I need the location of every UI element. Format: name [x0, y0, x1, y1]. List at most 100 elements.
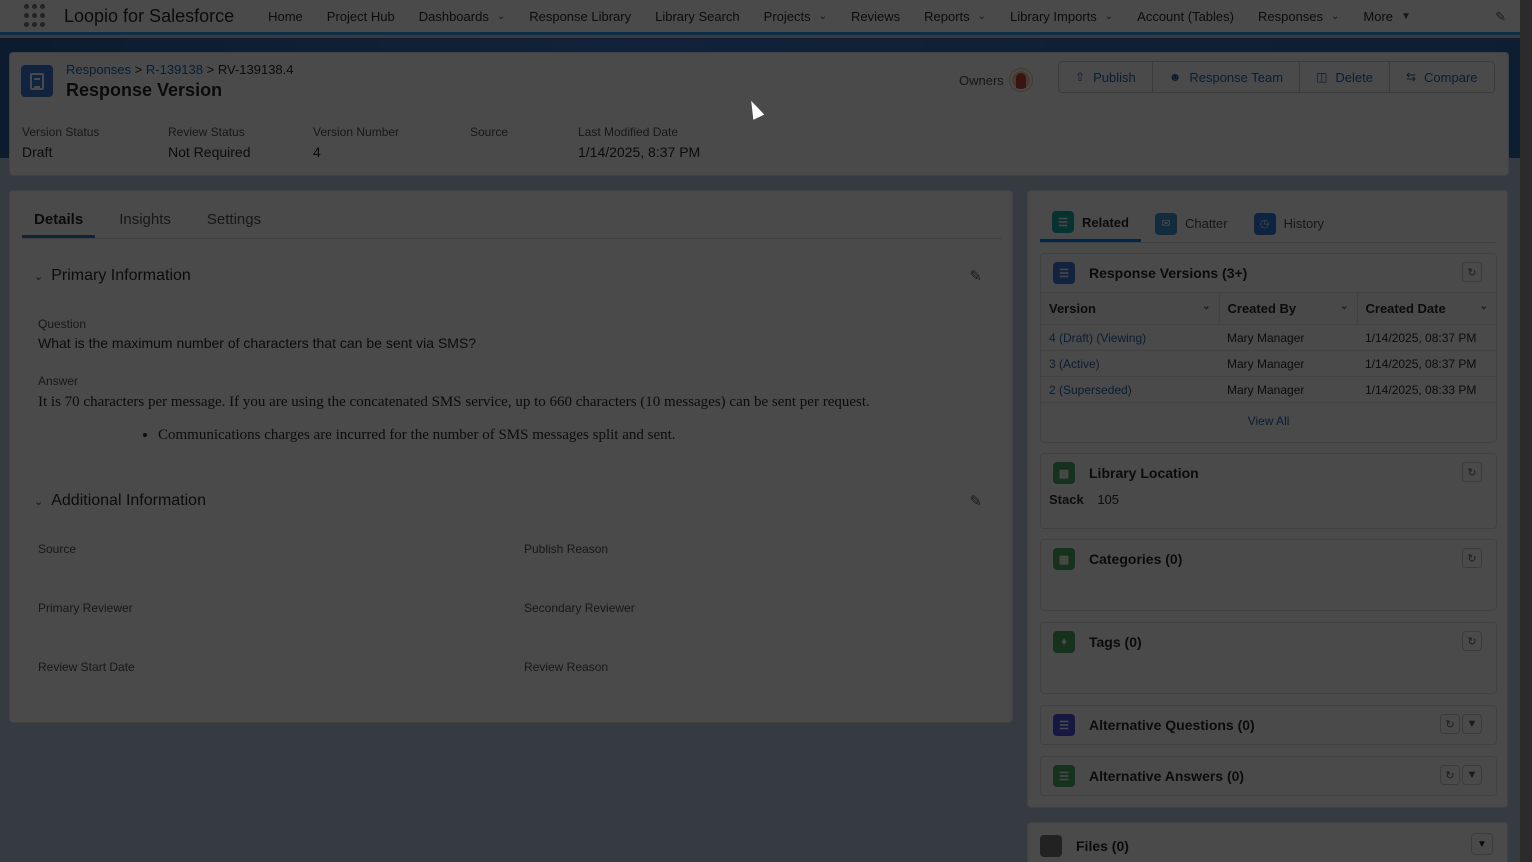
nav-item-library-search[interactable]: Library Search [643, 0, 752, 32]
chevron-down-icon[interactable]: ⌄ [1105, 11, 1113, 22]
dropdown-icon[interactable]: ▼ [1462, 765, 1482, 785]
chevron-down-icon[interactable]: ⌄ [1202, 301, 1210, 312]
breadcrumb-separator: > [206, 62, 215, 77]
nav-item-more[interactable]: More ▼ [1351, 0, 1423, 32]
publish-reason-field: Publish Reason [524, 542, 608, 560]
edit-pencil-icon[interactable]: ✎ [969, 492, 982, 510]
nav-item-project-hub[interactable]: Project Hub [315, 0, 407, 32]
field-label: Review Status [168, 125, 245, 139]
tab-settings[interactable]: Settings [195, 205, 273, 238]
response-team-label: Response Team [1189, 69, 1284, 85]
refresh-icon[interactable]: ↻ [1462, 462, 1482, 482]
version-status-field: Version Status Draft [22, 125, 168, 160]
refresh-icon[interactable]: ↻ [1440, 714, 1460, 734]
card-title[interactable]: Alternative Questions (0) [1089, 717, 1255, 733]
version-link[interactable]: 4 (Draft) (Viewing) [1049, 331, 1146, 345]
answer-field: Answer It is 70 characters per message. … [38, 374, 988, 444]
nav-item-dashboards[interactable]: Dashboards ⌄ [407, 0, 518, 32]
versions-table: Version ⌄ Created By ⌄ Created Date ⌄ 4 (Dr… [1041, 292, 1496, 403]
nav-label: Home [268, 8, 303, 24]
edit-nav-pencil-icon[interactable]: ✎ [1495, 9, 1506, 25]
additional-section-toggle[interactable]: ⌄ Additional Information [34, 492, 206, 510]
version-number-field: Version Number 4 [313, 125, 470, 160]
scrollbar[interactable] [1520, 0, 1532, 862]
column-header-created-date[interactable]: Created Date ⌄ [1357, 292, 1496, 325]
card-title[interactable]: Files (0) [1076, 838, 1129, 854]
created-by-cell: Mary Manager [1219, 324, 1357, 351]
card-title[interactable]: Categories (0) [1089, 551, 1182, 567]
refresh-icon[interactable]: ↻ [1462, 262, 1482, 282]
tags-card: ♦ Tags (0) ↻ [1040, 622, 1497, 694]
owners: Owners [959, 69, 1032, 91]
owner-avatar[interactable] [1009, 69, 1032, 91]
created-date-cell: 1/14/2025, 08:37 PM [1357, 350, 1496, 377]
trash-icon: ◫ [1316, 70, 1328, 84]
nav-item-response-library[interactable]: Response Library [517, 0, 643, 32]
card-title[interactable]: Alternative Answers (0) [1089, 768, 1244, 784]
nav-label: Projects [763, 8, 811, 24]
field-label: Version Number [313, 125, 400, 139]
user-icon: ☻ [1168, 70, 1182, 84]
nav-label: Library Imports [1010, 8, 1097, 24]
nav-item-reviews[interactable]: Reviews [839, 0, 912, 32]
nav-item-projects[interactable]: Projects ⌄ [752, 0, 839, 32]
refresh-icon[interactable]: ↻ [1462, 631, 1482, 651]
compare-button[interactable]: ⇆ Compare [1389, 62, 1494, 92]
card-header: ▦ Categories (0) ↻ [1041, 540, 1496, 578]
breadcrumb-parent-link[interactable]: R-139138 [146, 62, 203, 77]
nav-item-home[interactable]: Home [256, 0, 315, 32]
nav-item-reports[interactable]: Reports ⌄ [912, 0, 998, 32]
version-link[interactable]: 3 (Active) [1049, 357, 1100, 371]
chevron-down-icon[interactable]: ⌄ [497, 11, 505, 22]
chevron-down-icon: ⌄ [34, 270, 44, 283]
tab-details[interactable]: Details [22, 205, 96, 238]
app-launcher-icon[interactable] [24, 4, 48, 28]
chevron-down-icon[interactable]: ⌄ [1340, 301, 1348, 312]
edit-pencil-icon[interactable]: ✎ [969, 267, 982, 285]
chevron-down-icon[interactable]: ⌄ [1331, 11, 1339, 22]
view-all-link[interactable]: View All [1041, 403, 1496, 439]
nav-item-library-imports[interactable]: Library Imports ⌄ [998, 0, 1125, 32]
caret-down-icon[interactable]: ▼ [1401, 11, 1411, 22]
nav-item-responses[interactable]: Responses ⌄ [1246, 0, 1351, 32]
card-title[interactable]: Response Versions (3+) [1089, 265, 1247, 281]
primary-section-toggle[interactable]: ⌄ Primary Information [34, 267, 191, 285]
tab-related[interactable]: ☰ Related [1040, 205, 1141, 242]
breadcrumb-responses-link[interactable]: Responses [66, 62, 131, 77]
dropdown-icon[interactable]: ▼ [1462, 714, 1482, 734]
chevron-down-icon[interactable]: ⌄ [1480, 301, 1488, 312]
answer-rich-text: It is 70 characters per message. If you … [38, 394, 988, 444]
alternative-questions-card: ☰ Alternative Questions (0) ↻ ▼ [1040, 705, 1497, 745]
tab-history[interactable]: ◷ History [1242, 205, 1336, 242]
library-location-card: ▦ Library Location ↻ Stack 105 [1040, 453, 1497, 529]
history-clock-icon: ◷ [1253, 212, 1276, 235]
nav-label: Library Search [655, 8, 740, 24]
field-label: Version Status [22, 125, 100, 139]
chevron-down-icon[interactable]: ⌄ [819, 11, 827, 22]
breadcrumb: Responses > R-139138 > RV-139138.4 [66, 62, 294, 77]
nav-label: Reports [924, 8, 970, 24]
detail-panel: Details Insights Settings ⌄ Primary Info… [9, 190, 1013, 723]
publish-button[interactable]: ⇧ Publish [1059, 62, 1153, 92]
question-icon: ☰ [1053, 714, 1075, 736]
publish-label: Publish [1093, 69, 1136, 85]
chevron-down-icon[interactable]: ⌄ [978, 11, 986, 22]
nav-label: Response Library [529, 8, 632, 24]
version-link[interactable]: 2 (Superseded) [1049, 383, 1132, 397]
refresh-icon[interactable]: ↻ [1440, 765, 1460, 785]
tab-chatter[interactable]: ✉ Chatter [1143, 205, 1240, 242]
field-label: Last Modified Date [578, 125, 679, 139]
nav-item-account-tables[interactable]: Account (Tables) [1125, 0, 1246, 32]
created-by-cell: Mary Manager [1219, 376, 1357, 403]
response-team-button[interactable]: ☻ Response Team [1152, 62, 1301, 92]
card-title[interactable]: Tags (0) [1089, 634, 1142, 650]
field-label: Answer [38, 374, 79, 388]
swap-icon: ⇆ [1405, 70, 1417, 84]
card-title[interactable]: Library Location [1089, 465, 1199, 481]
column-header-version[interactable]: Version ⌄ [1041, 292, 1220, 325]
delete-button[interactable]: ◫ Delete [1300, 62, 1390, 92]
refresh-icon[interactable]: ↻ [1462, 548, 1482, 568]
dropdown-icon[interactable]: ▼ [1471, 833, 1493, 855]
column-header-created-by[interactable]: Created By ⌄ [1219, 292, 1358, 325]
tab-insights[interactable]: Insights [107, 205, 183, 238]
